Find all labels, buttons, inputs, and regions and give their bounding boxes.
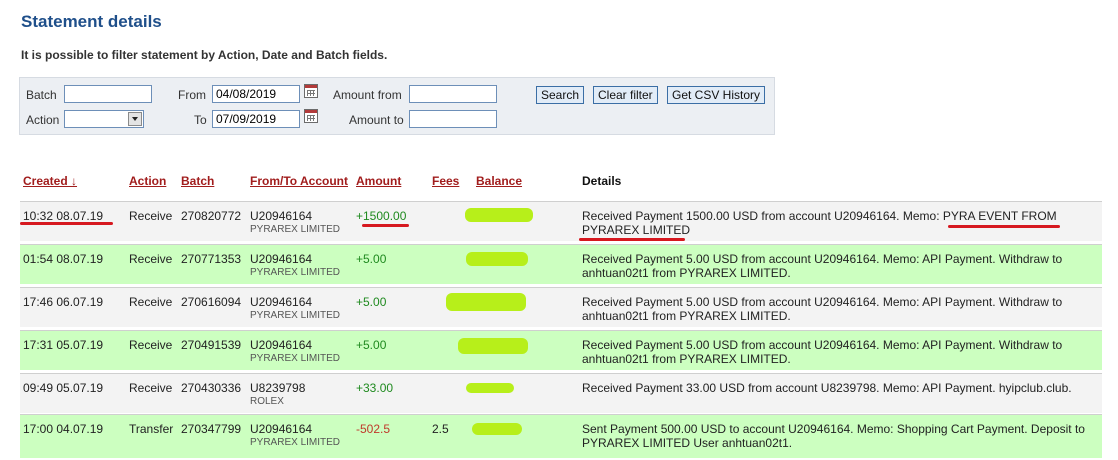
- dropdown-arrow-icon[interactable]: [128, 112, 142, 126]
- details-cell: Received Payment 5.00 USD from account U…: [582, 295, 1063, 323]
- amount-cell: -502.5: [356, 422, 391, 436]
- amount-to-label: Amount to: [349, 113, 404, 127]
- account-cell: U20946164: [250, 422, 313, 436]
- details-cell: Sent Payment 500.00 USD to account U2094…: [582, 422, 1085, 450]
- action-select[interactable]: [64, 110, 144, 128]
- account-name-cell: PYRAREX LIMITED: [250, 267, 341, 278]
- column-created[interactable]: Created ↓: [23, 174, 77, 188]
- batch-cell: 270771353: [181, 252, 242, 266]
- action-label: Action: [26, 113, 60, 127]
- account-cell: U20946164: [250, 252, 313, 266]
- clear-filter-button[interactable]: Clear filter: [593, 86, 658, 104]
- batch-cell: 270347799: [181, 422, 242, 436]
- balance-redaction: [472, 423, 522, 435]
- table-row: 09:49 05.07.19 Receive 270430336 U823979…: [20, 373, 1102, 413]
- calendar-icon[interactable]: [304, 84, 318, 98]
- filter-panel: Batch Action From To Amount from Amount …: [19, 77, 775, 135]
- table-row: 10:32 08.07.19 Receive 270820772 U209461…: [20, 201, 1102, 241]
- account-name-cell: PYRAREX LIMITED: [250, 353, 341, 364]
- created-cell: 17:46 06.07.19: [23, 295, 104, 309]
- amount-cell: +33.00: [356, 381, 394, 395]
- created-cell: 09:49 05.07.19: [23, 381, 104, 395]
- table-row: 17:46 06.07.19 Receive 270616094 U209461…: [20, 287, 1102, 327]
- created-cell: 17:31 05.07.19: [23, 338, 104, 352]
- page-description: It is possible to filter statement by Ac…: [21, 48, 388, 62]
- action-cell: Receive: [129, 295, 173, 309]
- created-cell: 17:00 04.07.19: [23, 422, 104, 436]
- action-cell: Receive: [129, 338, 173, 352]
- fees-cell: 2.5: [432, 422, 449, 436]
- batch-label: Batch: [26, 88, 57, 102]
- details-cell: Received Payment 1500.00 USD from accoun…: [582, 209, 1057, 237]
- column-batch[interactable]: Batch: [181, 174, 214, 188]
- action-cell: Receive: [129, 381, 173, 395]
- batch-input[interactable]: [64, 85, 152, 103]
- details-cell: Received Payment 5.00 USD from account U…: [582, 338, 1063, 366]
- from-label: From: [178, 88, 206, 102]
- amount-cell: +5.00: [356, 252, 387, 266]
- created-cell: 10:32 08.07.19: [23, 209, 104, 223]
- amount-cell: +5.00: [356, 338, 387, 352]
- annotation-underline: [20, 222, 113, 225]
- table-row: 17:31 05.07.19 Receive 270491539 U209461…: [20, 330, 1102, 370]
- table-row: 17:00 04.07.19 Transfer 270347799 U20946…: [20, 414, 1102, 458]
- account-name-cell: PYRAREX LIMITED: [250, 224, 341, 235]
- search-button[interactable]: Search: [536, 86, 585, 104]
- column-amount[interactable]: Amount: [356, 174, 401, 188]
- amount-to-input[interactable]: [409, 110, 497, 128]
- action-cell: Receive: [129, 209, 173, 223]
- details-cell: Received Payment 5.00 USD from account U…: [582, 252, 1063, 280]
- account-cell: U20946164: [250, 338, 313, 352]
- page-title: Statement details: [21, 12, 162, 31]
- balance-redaction: [466, 252, 528, 266]
- details-cell: Received Payment 33.00 USD from account …: [582, 381, 1072, 395]
- to-label: To: [194, 113, 207, 127]
- batch-cell: 270820772: [181, 209, 242, 223]
- amount-from-input[interactable]: [409, 85, 497, 103]
- created-cell: 01:54 08.07.19: [23, 252, 104, 266]
- balance-redaction: [458, 338, 528, 354]
- date-from-input[interactable]: [212, 85, 300, 103]
- account-name-cell: PYRAREX LIMITED: [250, 437, 341, 448]
- account-cell: U20946164: [250, 295, 313, 309]
- balance-redaction: [466, 383, 514, 393]
- account-name-cell: ROLEX: [250, 396, 284, 407]
- balance-redaction: [465, 208, 533, 222]
- calendar-icon[interactable]: [304, 109, 318, 123]
- account-cell: U20946164: [250, 209, 313, 223]
- column-balance[interactable]: Balance: [476, 174, 522, 188]
- date-to-input[interactable]: [212, 110, 300, 128]
- batch-cell: 270430336: [181, 381, 242, 395]
- action-cell: Receive: [129, 252, 173, 266]
- amount-from-label: Amount from: [333, 88, 402, 102]
- column-fees[interactable]: Fees: [432, 174, 459, 188]
- table-row: 01:54 08.07.19 Receive 270771353 U209461…: [20, 244, 1102, 284]
- account-name-cell: PYRAREX LIMITED: [250, 310, 341, 321]
- column-account[interactable]: From/To Account: [250, 174, 348, 188]
- batch-cell: 270616094: [181, 295, 242, 309]
- account-cell: U8239798: [250, 381, 306, 395]
- annotation-underline: [579, 238, 685, 241]
- action-cell: Transfer: [129, 422, 174, 436]
- column-action[interactable]: Action: [129, 174, 166, 188]
- balance-redaction: [446, 293, 526, 311]
- amount-cell: +5.00: [356, 295, 387, 309]
- column-details: Details: [582, 174, 622, 188]
- csv-history-button[interactable]: Get CSV History: [667, 86, 766, 104]
- amount-cell: +1500.00: [356, 209, 407, 223]
- annotation-underline: [948, 225, 1060, 228]
- annotation-underline: [362, 224, 409, 227]
- batch-cell: 270491539: [181, 338, 242, 352]
